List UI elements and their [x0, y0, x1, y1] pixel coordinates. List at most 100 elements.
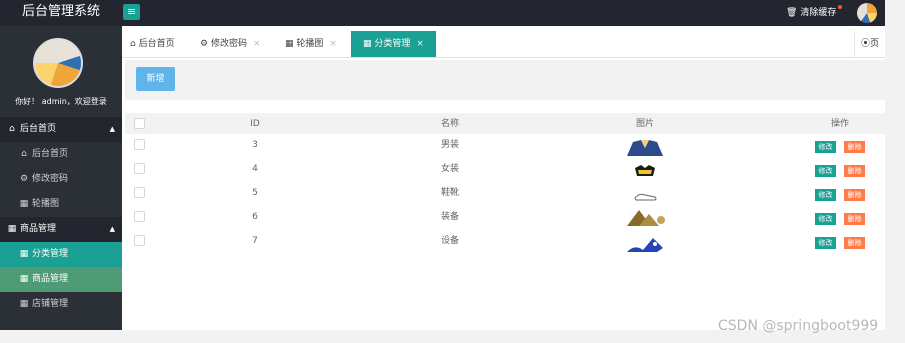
- table-row: 6 装备 修改 删除: [125, 206, 885, 230]
- target-icon: ⦿: [860, 39, 870, 49]
- row-checkbox[interactable]: [134, 211, 145, 222]
- trash-icon: 🗑: [786, 8, 798, 18]
- app-frame: 后台管理系统 ≡ 🗑 清除缓存 你好！ admin，欢迎登录 ⌂ 后台首页 ▲ ⌂…: [0, 0, 885, 330]
- notification-dot: [838, 5, 843, 9]
- sidebar-item-home[interactable]: ⌂ 后台首页: [0, 142, 122, 167]
- row-name: 男装: [440, 140, 459, 150]
- grid-icon: ▦: [285, 39, 294, 49]
- tab-home[interactable]: ⌂ 后台首页: [130, 31, 175, 57]
- home-icon: ⌂: [21, 149, 27, 159]
- top-image: [635, 165, 655, 176]
- category-table: ID 名称 图片 操作 3 男装 修改 删除 4 女装 修改 删除 5 鞋靴 修…: [125, 113, 885, 254]
- sidebar-group-goods[interactable]: ▦ 商品管理 ▲: [0, 217, 122, 242]
- sidebar-item-category[interactable]: ▦ 分类管理: [0, 242, 122, 267]
- edit-button[interactable]: 修改: [815, 237, 836, 249]
- row-checkbox[interactable]: [134, 163, 145, 174]
- hamburger-icon[interactable]: ≡: [123, 4, 140, 20]
- row-checkbox[interactable]: [134, 235, 145, 246]
- sidebar-item-label: 修改密码: [32, 174, 69, 184]
- row-id: 4: [252, 164, 258, 174]
- tab-carousel[interactable]: ▦ 轮播图 ×: [285, 31, 337, 57]
- grid-icon: ▦: [19, 274, 29, 284]
- close-icon[interactable]: ×: [416, 39, 424, 49]
- sidebar-item-shop[interactable]: ▦ 店铺管理: [0, 292, 122, 317]
- select-all-checkbox[interactable]: [134, 118, 145, 129]
- profile-panel: 你好！ admin，欢迎登录: [0, 26, 122, 115]
- row-name: 装备: [440, 212, 459, 222]
- delete-button[interactable]: 删除: [844, 165, 865, 177]
- grid-icon: ▦: [7, 224, 17, 234]
- table-row: 5 鞋靴 修改 删除: [125, 182, 885, 206]
- grid-icon: ▦: [19, 199, 29, 209]
- delete-button[interactable]: 删除: [844, 189, 865, 201]
- tent-image: [627, 210, 665, 226]
- sidebar-item-label: 商品管理: [32, 274, 69, 284]
- app-title: 后台管理系统: [21, 4, 100, 19]
- table-row: 4 女装 修改 删除: [125, 158, 885, 182]
- column-header-name: 名称: [440, 119, 459, 129]
- tab-label: 修改密码: [210, 39, 247, 49]
- table-row: 7 设备 修改 删除: [125, 230, 885, 254]
- sidebar-group-home[interactable]: ⌂ 后台首页 ▲: [0, 117, 122, 142]
- table-row: 3 男装 修改 删除: [125, 134, 885, 158]
- sidebar-item-goods[interactable]: ▦ 商品管理: [0, 267, 122, 292]
- watermark: CSDN @springboot999: [718, 318, 879, 334]
- row-id: 3: [252, 140, 258, 150]
- sidebar-group-label: 商品管理: [20, 224, 57, 234]
- clear-cache-button[interactable]: 🗑 清除缓存: [786, 5, 843, 18]
- tab-label: 后台首页: [138, 39, 175, 49]
- sidebar-item-carousel[interactable]: ▦ 轮播图: [0, 192, 122, 217]
- sidebar-item-password[interactable]: ⚙ 修改密码: [0, 167, 122, 192]
- sidebar-nav: ⌂ 后台首页 ▲ ⌂ 后台首页 ⚙ 修改密码 ▦ 轮播图 ▦ 商品管理 ▲ ▦ 分类管理 ▦…: [0, 117, 122, 317]
- row-id: 7: [252, 236, 258, 246]
- delete-button[interactable]: 删除: [844, 213, 865, 225]
- close-icon[interactable]: ×: [329, 39, 337, 49]
- sidebar-item-label: 轮播图: [32, 199, 60, 209]
- edit-button[interactable]: 修改: [815, 141, 836, 153]
- gear-icon: ⚙: [200, 39, 209, 49]
- table-header: ID 名称 图片 操作: [125, 113, 885, 134]
- column-header-image: 图片: [635, 119, 654, 129]
- caret-up-icon: ▲: [109, 225, 115, 233]
- device-image: [627, 238, 663, 252]
- add-button[interactable]: 新增: [136, 67, 175, 91]
- row-name: 设备: [440, 236, 459, 246]
- sidebar-item-label: 店铺管理: [32, 299, 69, 309]
- profile-avatar[interactable]: [33, 38, 83, 88]
- greeting-text: 你好！ admin，欢迎登录: [15, 97, 107, 106]
- sidebar-item-label: 后台首页: [32, 149, 69, 159]
- user-avatar[interactable]: [857, 3, 877, 23]
- row-name: 鞋靴: [440, 188, 459, 198]
- top-header: 后台管理系统 ≡ 🗑 清除缓存: [0, 0, 885, 26]
- delete-button[interactable]: 删除: [844, 237, 865, 249]
- grid-icon: ▦: [19, 249, 29, 259]
- tab-password[interactable]: ⚙ 修改密码 ×: [200, 31, 261, 57]
- caret-up-icon: ▲: [109, 125, 115, 133]
- clear-cache-label: 清除缓存: [800, 8, 837, 18]
- row-checkbox[interactable]: [134, 187, 145, 198]
- row-checkbox[interactable]: [134, 139, 145, 150]
- home-icon: ⌂: [9, 124, 15, 134]
- sidebar: 你好！ admin，欢迎登录 ⌂ 后台首页 ▲ ⌂ 后台首页 ⚙ 修改密码 ▦ 轮播图 …: [0, 26, 122, 330]
- row-id: 6: [252, 212, 258, 222]
- tab-label: 分类管理: [374, 39, 411, 49]
- edit-button[interactable]: 修改: [815, 165, 836, 177]
- row-name: 女装: [440, 164, 459, 174]
- sidebar-item-label: 分类管理: [32, 249, 69, 259]
- shoe-image: [634, 193, 657, 201]
- toolbar: 新增: [125, 60, 885, 100]
- page-operations[interactable]: ⦿页: [853, 31, 885, 57]
- edit-button[interactable]: 修改: [815, 189, 836, 201]
- delete-button[interactable]: 删除: [844, 141, 865, 153]
- gear-icon: ⚙: [19, 174, 29, 184]
- page-operations-label: 页: [869, 39, 879, 49]
- sidebar-group-label: 后台首页: [20, 124, 57, 134]
- tab-bar: ⌂ 后台首页 ⚙ 修改密码 × ▦ 轮播图 × ▦ 分类管理 × ⦿页: [122, 31, 885, 58]
- column-header-actions: 操作: [830, 119, 849, 129]
- edit-button[interactable]: 修改: [815, 213, 836, 225]
- grid-icon: ▦: [363, 39, 372, 49]
- grid-icon: ▦: [19, 299, 29, 309]
- tab-category[interactable]: ▦ 分类管理 ×: [351, 31, 436, 57]
- column-header-id: ID: [250, 119, 260, 129]
- close-icon[interactable]: ×: [253, 39, 261, 49]
